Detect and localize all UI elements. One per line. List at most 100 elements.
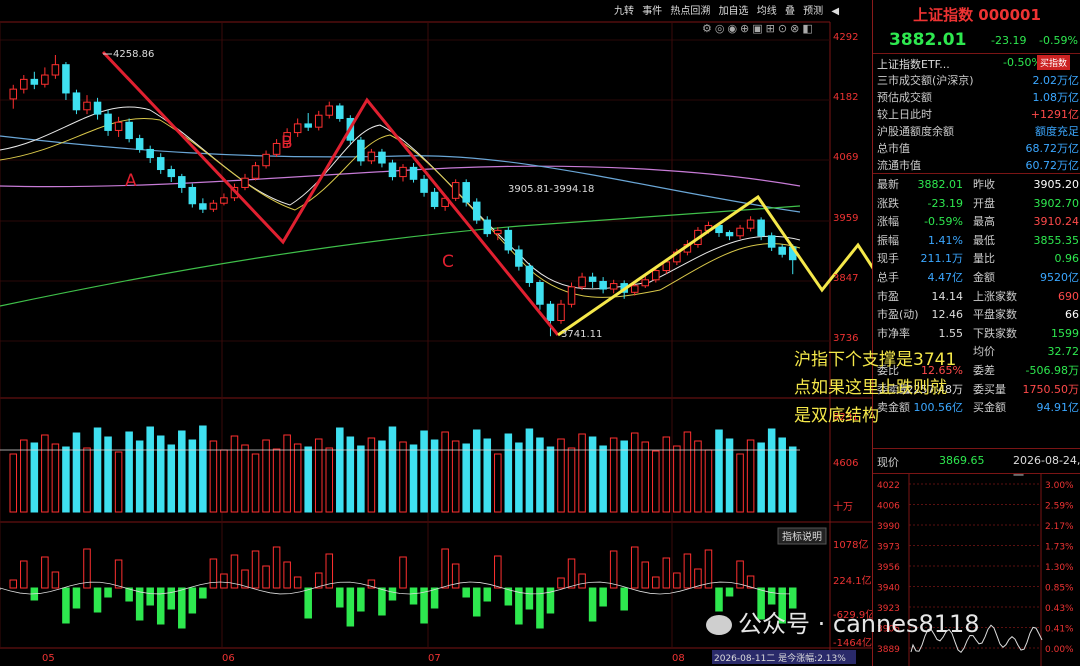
mini-axis-label: 4022 [877,481,900,491]
wave-c-label: C [442,252,454,272]
candle-body [504,229,513,251]
quote-label: 昨收 [973,178,995,191]
range-label: 3905.81-3994.18 [508,184,594,195]
candle-body [567,286,576,305]
macd-bar [188,587,197,614]
candle-body [515,249,523,267]
toolbar-item[interactable]: 预测 [803,6,823,17]
volume-bar [409,444,418,513]
toolbar-item[interactable]: 事件 [642,6,662,17]
quote-row: 市盈 14.14 上涨家数 690 [877,288,1079,306]
candle-body [262,153,270,167]
toolbar-item[interactable]: 叠 [785,6,795,17]
volume-bar [683,431,692,513]
mini-axis-pct: 0.43% [1045,604,1074,614]
quote-row: 市盈(动) 12.46 平盘家数 66 [877,306,1079,324]
mini-axis-label: 3889 [877,645,900,655]
candle-body [9,88,18,100]
macd-bar [378,587,386,616]
candle-body [599,280,607,290]
toolbar-item[interactable]: 加自选 [719,6,749,17]
candle-body [483,219,492,235]
macd-bar [41,556,49,589]
volume-bar [767,428,776,513]
mini-axis-pct: 2.17% [1045,522,1074,532]
volume-bar [41,434,49,513]
stat-row: 总市值 68.72万亿 [877,140,1079,157]
macd-bar [462,587,470,598]
candle-body [251,165,260,179]
volume-bar [135,440,144,513]
volume-bar [83,447,91,513]
volume-bar [662,436,671,513]
candle-body [167,169,176,178]
mini-axis-pct: 1.73% [1045,543,1074,553]
candle-body [272,142,281,155]
buy-index-button[interactable]: 买指数 [1037,55,1071,70]
volume-axis-label: 十万 [833,500,853,513]
candle-body [83,101,91,111]
volume-bar [641,441,650,513]
volume-bar [504,433,513,513]
quote-value: 3905.20 [1033,178,1080,191]
volume-bar [209,440,218,513]
quote-row: 最新 3882.01 昨收 3905.20 [877,176,1079,194]
volume-bar [367,437,376,513]
quote-label: 涨跌 [877,196,899,210]
macd-bar [588,587,597,622]
candle-body [125,121,133,140]
quote-row: 涨跌 -23.19 开盘 3902.70 [877,195,1079,213]
macd-bar [525,587,534,610]
stat-value: +1291亿 [1030,108,1079,121]
candle-body [178,176,186,188]
toolbar-item[interactable]: 九转 [614,6,634,17]
mini-axis-label: 4006 [877,502,900,512]
toolbar-item[interactable]: 热点回溯 [670,6,710,17]
etf-row[interactable]: 上证指数ETF... -0.50% 买指数 [877,55,1077,72]
date-axis-label: 08 [672,653,685,664]
toolbar-item[interactable]: 均线 [757,6,777,17]
stat-label: 较上日此时 [877,108,932,121]
mini-axis-pct: 0.41% [1045,625,1074,635]
quote-value: 94.91亿 [1036,401,1080,415]
stat-label: 沪股通额度余额 [877,125,954,138]
macd-bar [336,587,344,608]
candle-body [388,162,397,178]
stock-chart[interactable]: 4292 4182 4069 3959 3847 3736 9231 4606 … [0,0,872,666]
macd-bar [652,576,660,589]
low-price-label: 3741.11 [561,329,602,340]
mini-price: 3869.65 [939,454,985,467]
watermark: 公众号 · cannes8118 [706,604,980,639]
macd-bar [220,573,228,589]
date-axis-label: 06 [222,653,235,664]
wechat-icon [706,615,732,635]
stat-row: 预估成交额 1.08万亿 [877,89,1079,106]
quote-label: 下跌家数 [973,326,1017,340]
stat-row: 三市成交额(沪深京) 2.02万亿 [877,72,1079,89]
quote-value: -0.59% [924,215,963,229]
volume-bar [451,440,460,513]
stat-value: 68.72万亿 [1025,142,1080,155]
quote-label: 市净率 [877,326,910,340]
quote-value: 690 [1058,289,1079,303]
toolbar-item[interactable]: ◀ [831,6,839,17]
volume-bar [199,425,207,513]
candle-body [630,285,639,293]
candle-body [220,197,228,204]
volume-bar [283,434,291,513]
candle-body [472,201,481,221]
stat-label: 流通市值 [877,159,921,172]
candle-body [146,148,154,159]
candle-body [336,105,344,119]
stat-value: 60.72万亿 [1025,159,1080,172]
volume-bar [715,429,723,513]
volume-bar [515,442,523,513]
chart-tool-icons[interactable]: ⚙◎◉⊕▣⊞⊙⊗◧ [702,22,816,35]
wave-a-label: A [125,171,137,191]
quote-label: 均价 [973,345,995,359]
candle-body [778,246,786,255]
volume-bar [588,436,597,513]
macd-bar [325,553,334,589]
volume-bar [746,439,755,513]
candle-body [357,139,365,162]
